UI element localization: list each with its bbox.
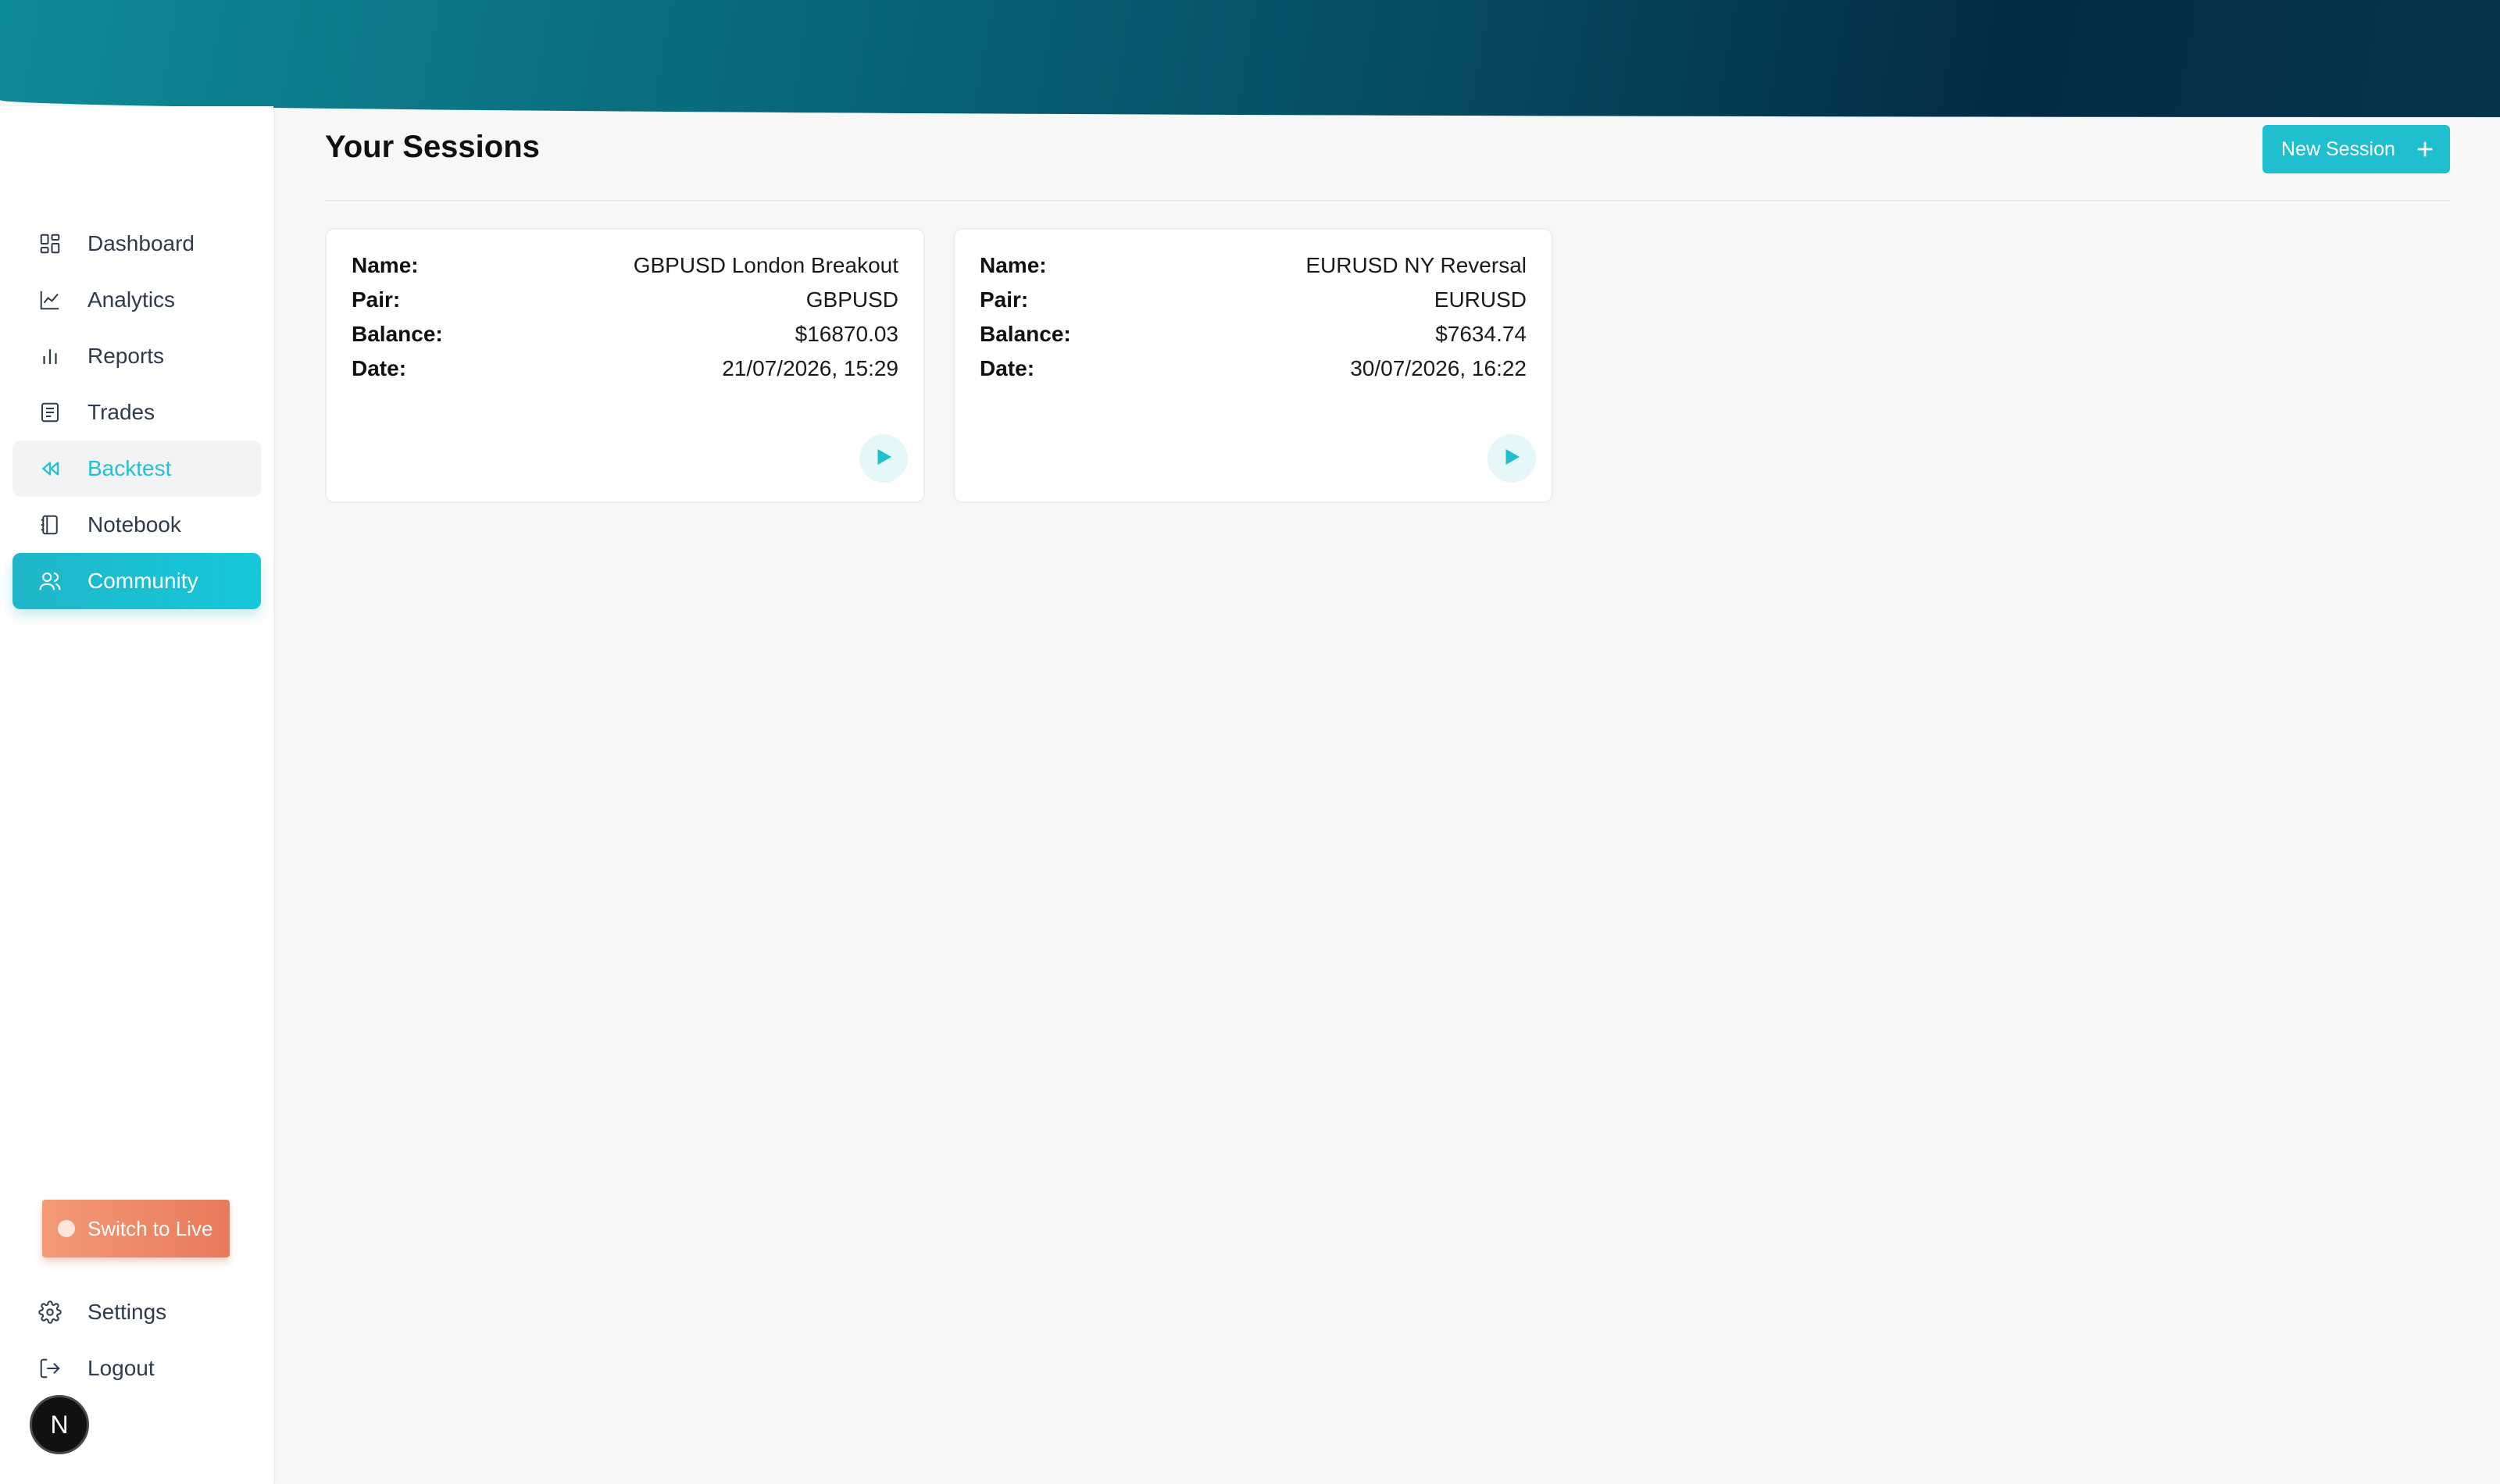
session-name: GBPUSD London Breakout (633, 253, 898, 277)
session-balance: $16870.03 (795, 322, 898, 346)
sidebar-item-dashboard[interactable]: Dashboard (12, 216, 261, 272)
pair-label: Pair: (352, 287, 401, 312)
title-divider (325, 200, 2450, 202)
status-dot-icon (58, 1220, 75, 1237)
sidebar-item-settings[interactable]: Settings (12, 1284, 261, 1340)
sidebar-bottom-nav: Settings Logout (12, 1284, 261, 1397)
session-balance-row: Balance: $16870.03 (352, 322, 898, 353)
page-title: Your Sessions (325, 130, 540, 164)
session-pair: GBPUSD (805, 287, 898, 312)
gear-icon (38, 1300, 62, 1325)
balance-label: Balance: (352, 322, 443, 346)
play-icon (872, 445, 895, 473)
sidebar-item-label: Dashboard (88, 231, 195, 255)
sidebar-item-label: Reports (88, 344, 165, 368)
play-icon (1500, 445, 1523, 473)
line-chart-icon (38, 287, 62, 312)
dashboard-grid-icon (38, 231, 62, 256)
session-card[interactable]: Name: GBPUSD London Breakout Pair: GBPUS… (325, 228, 925, 503)
switch-to-live-label: Switch to Live (88, 1216, 213, 1240)
new-session-label: New Session (2281, 137, 2395, 160)
sidebar-item-analytics[interactable]: Analytics (12, 272, 261, 328)
sidebar-item-label: Community (88, 569, 198, 593)
session-date: 21/07/2026, 15:29 (722, 356, 898, 380)
sidebar-item-label: Backtest (88, 456, 172, 480)
sidebar-item-reports[interactable]: Reports (12, 328, 261, 384)
sidebar-item-community[interactable]: Community (12, 553, 261, 609)
logout-icon (38, 1356, 62, 1381)
avatar[interactable]: N (30, 1395, 89, 1454)
date-label: Date: (980, 356, 1035, 380)
session-pair-row: Pair: GBPUSD (352, 287, 898, 319)
session-name-row: Name: GBPUSD London Breakout (352, 253, 898, 284)
new-session-button[interactable]: New Session (2262, 125, 2450, 173)
play-session-button[interactable] (1488, 434, 1536, 483)
date-label: Date: (352, 356, 407, 380)
sidebar-item-label: Trades (88, 400, 155, 424)
name-label: Name: (352, 253, 419, 277)
switch-to-live-button[interactable]: Switch to Live (42, 1200, 230, 1257)
session-pair-row: Pair: EURUSD (980, 287, 1527, 319)
sidebar-item-label: Logout (88, 1356, 155, 1380)
session-date-row: Date: 21/07/2026, 15:29 (352, 356, 898, 387)
sidebar: Dashboard Analytics Reports Trades Backt… (0, 106, 273, 1484)
name-label: Name: (980, 253, 1047, 277)
play-session-button[interactable] (859, 434, 908, 483)
plus-icon (2412, 137, 2438, 162)
bar-chart-icon (38, 344, 62, 369)
sidebar-nav: Dashboard Analytics Reports Trades Backt… (12, 216, 261, 609)
notebook-icon (38, 512, 62, 537)
session-date: 30/07/2026, 16:22 (1350, 356, 1527, 380)
session-date-row: Date: 30/07/2026, 16:22 (980, 356, 1527, 387)
sidebar-item-backtest[interactable]: Backtest (12, 441, 261, 497)
sidebar-item-notebook[interactable]: Notebook (12, 497, 261, 553)
session-card[interactable]: Name: EURUSD NY Reversal Pair: EURUSD Ba… (953, 228, 1553, 503)
session-name: EURUSD NY Reversal (1305, 253, 1527, 277)
session-name-row: Name: EURUSD NY Reversal (980, 253, 1527, 284)
sidebar-item-logout[interactable]: Logout (12, 1340, 261, 1397)
session-pair: EURUSD (1434, 287, 1527, 312)
sidebar-item-label: Analytics (88, 287, 176, 312)
session-balance: $7634.74 (1435, 322, 1527, 346)
sidebar-item-label: Settings (88, 1300, 167, 1324)
top-banner (0, 0, 2500, 117)
users-icon (38, 569, 62, 594)
document-list-icon (38, 400, 62, 425)
pair-label: Pair: (980, 287, 1029, 312)
sidebar-item-label: Notebook (88, 512, 181, 537)
sidebar-item-trades[interactable]: Trades (12, 384, 261, 441)
balance-label: Balance: (980, 322, 1071, 346)
session-balance-row: Balance: $7634.74 (980, 322, 1527, 353)
rewind-icon (38, 456, 62, 481)
